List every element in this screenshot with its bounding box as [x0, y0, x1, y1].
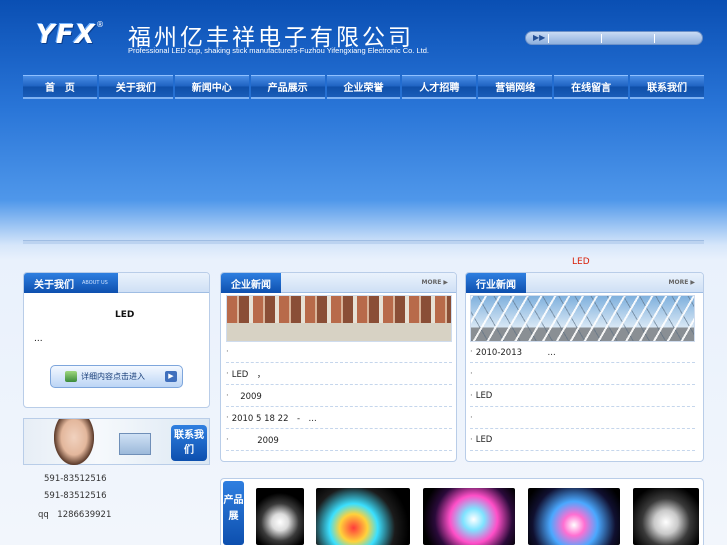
bullet: ·: [226, 390, 229, 401]
company-news-header: 企业新闻 MORE ▶: [221, 273, 456, 293]
company-news-image[interactable]: [226, 295, 452, 342]
bullet: ·: [470, 390, 473, 401]
about-summary: ...: [34, 334, 43, 344]
product-image[interactable]: [316, 488, 410, 545]
industry-news-item[interactable]: ·: [470, 407, 695, 429]
company-news-more-link[interactable]: MORE ▶: [422, 279, 449, 286]
nav-network[interactable]: 营销网络: [478, 75, 553, 99]
contact-fax: 591-83512516: [44, 491, 107, 501]
news-title: 2009: [231, 435, 279, 446]
about-details-button[interactable]: 详细内容点击进入 ▶: [50, 365, 183, 388]
products-label: 产品展: [223, 481, 244, 545]
company-news-item[interactable]: · 2010 5 18 22 - ...: [226, 407, 452, 429]
more-label: MORE: [668, 279, 689, 286]
music-player[interactable]: ▶▶: [525, 31, 703, 45]
about-heading: LED: [115, 310, 135, 320]
play-forward-icon[interactable]: ▶▶: [533, 33, 545, 42]
company-name-en: Professional LED cup, shaking stick manu…: [128, 46, 429, 55]
company-news-item[interactable]: · 2009: [226, 429, 452, 451]
company-news-item[interactable]: ·: [226, 341, 452, 363]
about-panel-header: 关于我们 ABOUT US: [24, 273, 209, 293]
industry-news-image[interactable]: [470, 295, 695, 342]
page: YFX ® 福州亿丰祥电子有限公司 Professional LED cup, …: [0, 0, 727, 545]
product-image[interactable]: [256, 488, 304, 545]
nav-message[interactable]: 在线留言: [554, 75, 629, 99]
about-title: 关于我们: [34, 279, 74, 291]
banner-divider: [23, 240, 704, 244]
scrolling-notice[interactable]: LED: [572, 257, 590, 267]
about-panel-tab: 关于我们 ABOUT US: [24, 273, 118, 293]
news-title: LED ，: [231, 369, 266, 380]
bullet: ·: [470, 368, 473, 379]
bullet: ·: [226, 412, 229, 423]
product-image[interactable]: [528, 488, 620, 545]
news-title: 2009: [231, 391, 262, 402]
industry-news-header: 行业新闻 MORE ▶: [466, 273, 703, 293]
bullet: ·: [470, 434, 473, 445]
nav-contact[interactable]: 联系我们: [630, 75, 705, 99]
bullet: ·: [470, 412, 473, 423]
industry-news-item[interactable]: · LED: [470, 385, 695, 407]
product-image[interactable]: [423, 488, 515, 545]
player-divider: [601, 34, 602, 43]
nav-products[interactable]: 产品展示: [250, 75, 325, 99]
industry-news-more-link[interactable]: MORE ▶: [669, 279, 696, 286]
news-title: 2010 5 18 22 - ...: [231, 413, 317, 424]
industry-news-item[interactable]: · 2010-2013 ...: [470, 341, 695, 363]
bullet: ·: [226, 434, 229, 445]
contact-banner[interactable]: 联系我们: [23, 418, 210, 465]
nav-home[interactable]: 首 页: [23, 75, 97, 99]
industry-news-tab: 行业新闻: [466, 273, 526, 293]
company-news-item[interactable]: · LED ，: [226, 363, 452, 385]
news-title: LED: [475, 390, 493, 401]
more-label: MORE: [421, 279, 442, 286]
arrow-right-icon: ▶: [165, 371, 177, 382]
news-title: 2010-2013 ...: [475, 347, 556, 358]
about-details-label: 详细内容点击进入: [81, 372, 145, 381]
industry-news-item[interactable]: · LED: [470, 429, 695, 451]
nav-careers[interactable]: 人才招聘: [402, 75, 477, 99]
customer-service-photo: [54, 419, 94, 465]
nav-about[interactable]: 关于我们: [98, 75, 173, 99]
company-news-item[interactable]: · 2009: [226, 385, 452, 407]
industry-news-item[interactable]: ·: [470, 363, 695, 385]
nav-news[interactable]: 新闻中心: [174, 75, 249, 99]
registered-mark: ®: [96, 20, 104, 29]
logo[interactable]: YFX: [36, 20, 96, 50]
contact-qq: qq 1286639921: [38, 510, 112, 520]
monitor-icon: [119, 433, 151, 455]
news-title: LED: [475, 434, 493, 445]
company-news-tab: 企业新闻: [221, 273, 281, 293]
player-divider: [654, 34, 655, 43]
product-image[interactable]: [633, 488, 699, 545]
main-nav: 首 页 关于我们 新闻中心 产品展示 企业荣誉 人才招聘 营销网络 在线留言 联…: [23, 75, 705, 99]
about-subtitle: ABOUT US: [82, 280, 108, 286]
bullet: ·: [226, 346, 229, 357]
contact-phone: 591-83512516: [44, 474, 107, 484]
player-divider: [548, 34, 549, 43]
bullet: ·: [470, 346, 473, 357]
nav-honors[interactable]: 企业荣誉: [326, 75, 401, 99]
document-icon: [65, 371, 77, 382]
bullet: ·: [226, 368, 229, 379]
contact-badge: 联系我们: [171, 425, 207, 461]
